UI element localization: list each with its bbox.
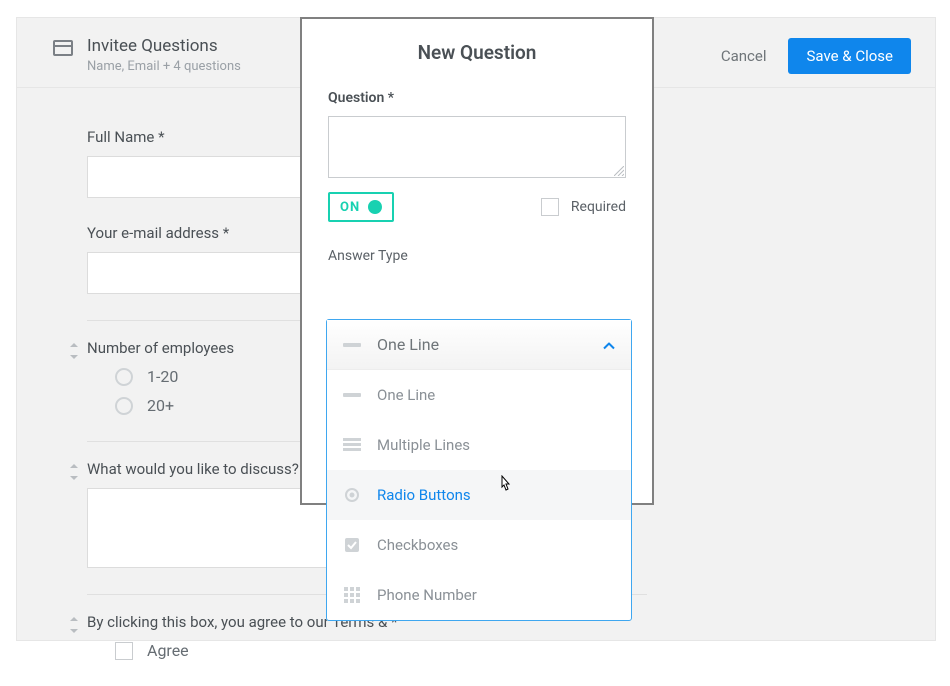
dropdown-option-radio[interactable]: Radio Buttons: [327, 470, 631, 520]
dropdown-list: One Line Multiple Lines Radio Buttons Check…: [327, 370, 631, 620]
question-textarea[interactable]: [328, 116, 626, 178]
dropdown-selected-label: One Line: [377, 335, 439, 354]
dropdown-option-oneline[interactable]: One Line: [327, 370, 631, 420]
full-name-input[interactable]: [87, 156, 307, 198]
required-label: Required: [571, 199, 626, 215]
radio-icon: [115, 368, 133, 386]
modal-title: New Question: [328, 41, 626, 64]
answer-type-label: Answer Type: [328, 248, 626, 264]
resize-grip-icon[interactable]: [614, 166, 624, 176]
grid-icon: [343, 586, 361, 604]
dropdown-option-label: Multiple Lines: [377, 436, 470, 454]
drag-handle-icon[interactable]: [69, 464, 79, 480]
toggle-dot-icon: [368, 200, 382, 214]
card-icon: [53, 40, 73, 56]
radio-icon: [343, 486, 361, 504]
chevron-up-icon: [603, 335, 615, 354]
dropdown-selected[interactable]: One Line: [327, 320, 631, 370]
agree-checkbox[interactable]: [115, 642, 133, 660]
employees-option-label: 20+: [147, 396, 174, 415]
dropdown-option-checkbox[interactable]: Checkboxes: [327, 520, 631, 570]
multiline-icon: [343, 436, 361, 454]
oneline-icon: [343, 386, 361, 404]
radio-icon: [115, 397, 133, 415]
panel-title: Invitee Questions: [87, 36, 241, 56]
dropdown-option-label: Checkboxes: [377, 536, 458, 554]
checkbox-icon: [343, 536, 361, 554]
pointer-cursor-icon: [497, 475, 513, 495]
agree-label: Agree: [147, 641, 189, 660]
on-toggle-label: ON: [340, 200, 360, 215]
dropdown-option-grid[interactable]: Phone Number: [327, 570, 631, 620]
on-toggle[interactable]: ON: [328, 192, 394, 222]
header-actions: Cancel Save & Close: [721, 38, 911, 74]
email-input[interactable]: [87, 252, 307, 294]
drag-handle-icon[interactable]: [69, 617, 79, 633]
oneline-icon: [343, 336, 361, 354]
answer-type-dropdown[interactable]: One Line One Line Multiple Lines Radio But…: [326, 319, 632, 621]
header-left: Invitee Questions Name, Email + 4 questi…: [53, 36, 241, 74]
dropdown-option-label: Radio Buttons: [377, 486, 471, 504]
dropdown-option-label: Phone Number: [377, 586, 477, 604]
cancel-button[interactable]: Cancel: [721, 47, 767, 65]
drag-handle-icon[interactable]: [69, 343, 79, 359]
save-close-button[interactable]: Save & Close: [788, 38, 911, 74]
panel-subtitle: Name, Email + 4 questions: [87, 59, 241, 74]
dropdown-option-multiline[interactable]: Multiple Lines: [327, 420, 631, 470]
question-label: Question *: [328, 90, 626, 106]
required-checkbox[interactable]: [541, 198, 559, 216]
dropdown-option-label: One Line: [377, 386, 435, 404]
employees-option-label: 1-20: [147, 367, 178, 386]
